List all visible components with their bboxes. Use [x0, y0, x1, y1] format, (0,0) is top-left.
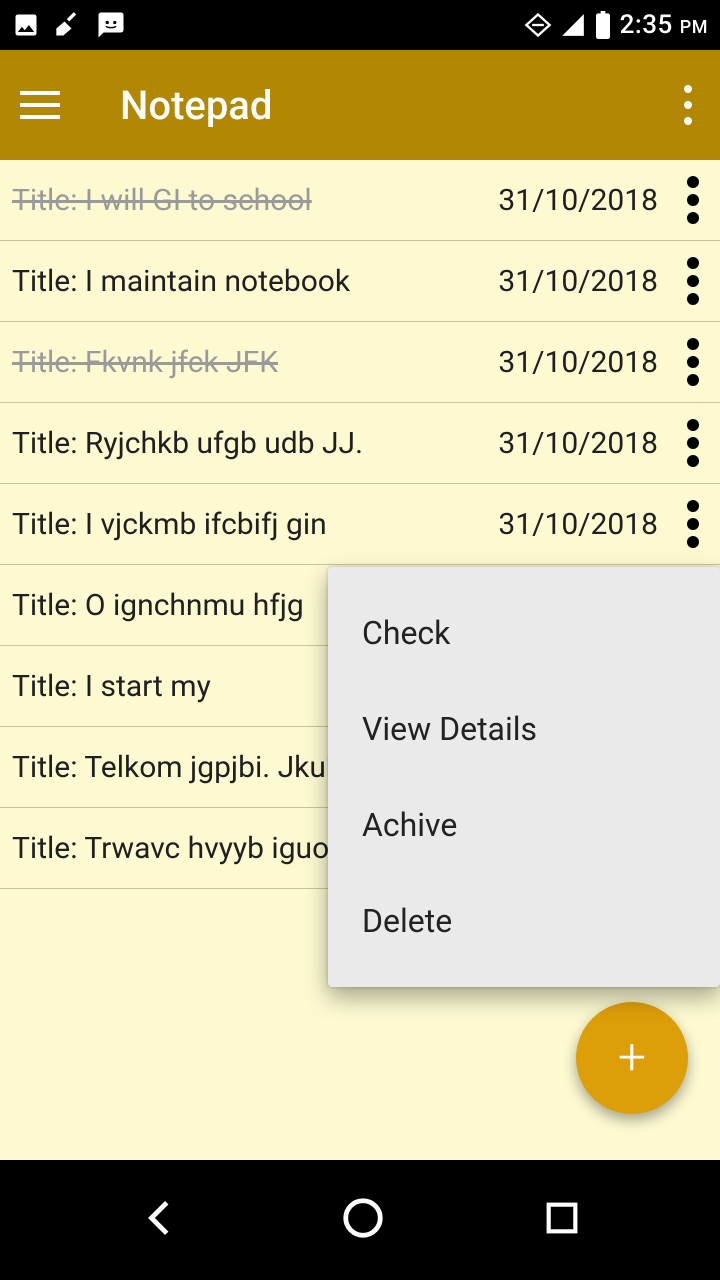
note-title: Title: I will GI to school [12, 183, 498, 218]
hamburger-icon[interactable] [20, 85, 60, 125]
note-date: 31/10/2018 [498, 183, 658, 218]
status-right: 2:35 PM [524, 10, 708, 40]
wifi-icon [524, 11, 552, 39]
menu-check[interactable]: Check [328, 585, 720, 681]
note-date: 31/10/2018 [498, 507, 658, 542]
signal-icon [560, 12, 586, 38]
note-row[interactable]: Title: Fkvnk jfck JFK 31/10/2018 [0, 322, 720, 403]
note-date: 31/10/2018 [498, 264, 658, 299]
recents-icon[interactable] [542, 1198, 582, 1242]
note-title: Title: I vjckmb ifcbifj gin [12, 507, 498, 542]
more-vert-icon[interactable] [678, 500, 708, 548]
app-title: Notepad [120, 82, 272, 129]
note-date: 31/10/2018 [498, 345, 658, 380]
navigation-bar [0, 1160, 720, 1280]
overflow-menu-icon[interactable] [684, 85, 692, 125]
note-row[interactable]: Title: Ryjchkb ufgb udb JJ. 31/10/2018 [0, 403, 720, 484]
broom-icon [54, 11, 82, 39]
status-left [12, 10, 126, 40]
note-title: Title: Ryjchkb ufgb udb JJ. [12, 426, 498, 461]
menu-view-details[interactable]: View Details [328, 681, 720, 777]
note-date: 31/10/2018 [498, 426, 658, 461]
menu-archive[interactable]: Achive [328, 777, 720, 873]
back-icon[interactable] [138, 1195, 184, 1245]
note-row[interactable]: Title: I maintain notebook 31/10/2018 [0, 241, 720, 322]
more-vert-icon[interactable] [678, 176, 708, 224]
note-title: Title: I maintain notebook [12, 264, 498, 299]
image-icon [12, 11, 40, 39]
home-icon[interactable] [340, 1195, 386, 1245]
status-bar: 2:35 PM [0, 0, 720, 50]
app-bar: Notepad [0, 50, 720, 160]
message-icon [96, 10, 126, 40]
note-title: Title: Fkvnk jfck JFK [12, 345, 498, 380]
add-note-fab[interactable]: + [576, 1002, 688, 1114]
context-menu: Check View Details Achive Delete [328, 567, 720, 987]
more-vert-icon[interactable] [678, 338, 708, 386]
note-row[interactable]: Title: I will GI to school 31/10/2018 [0, 160, 720, 241]
menu-delete[interactable]: Delete [328, 873, 720, 969]
status-time: 2:35 PM [620, 10, 708, 40]
more-vert-icon[interactable] [678, 419, 708, 467]
more-vert-icon[interactable] [678, 257, 708, 305]
battery-icon [594, 11, 612, 39]
plus-icon: + [618, 1033, 646, 1083]
note-row[interactable]: Title: I vjckmb ifcbifj gin 31/10/2018 [0, 484, 720, 565]
